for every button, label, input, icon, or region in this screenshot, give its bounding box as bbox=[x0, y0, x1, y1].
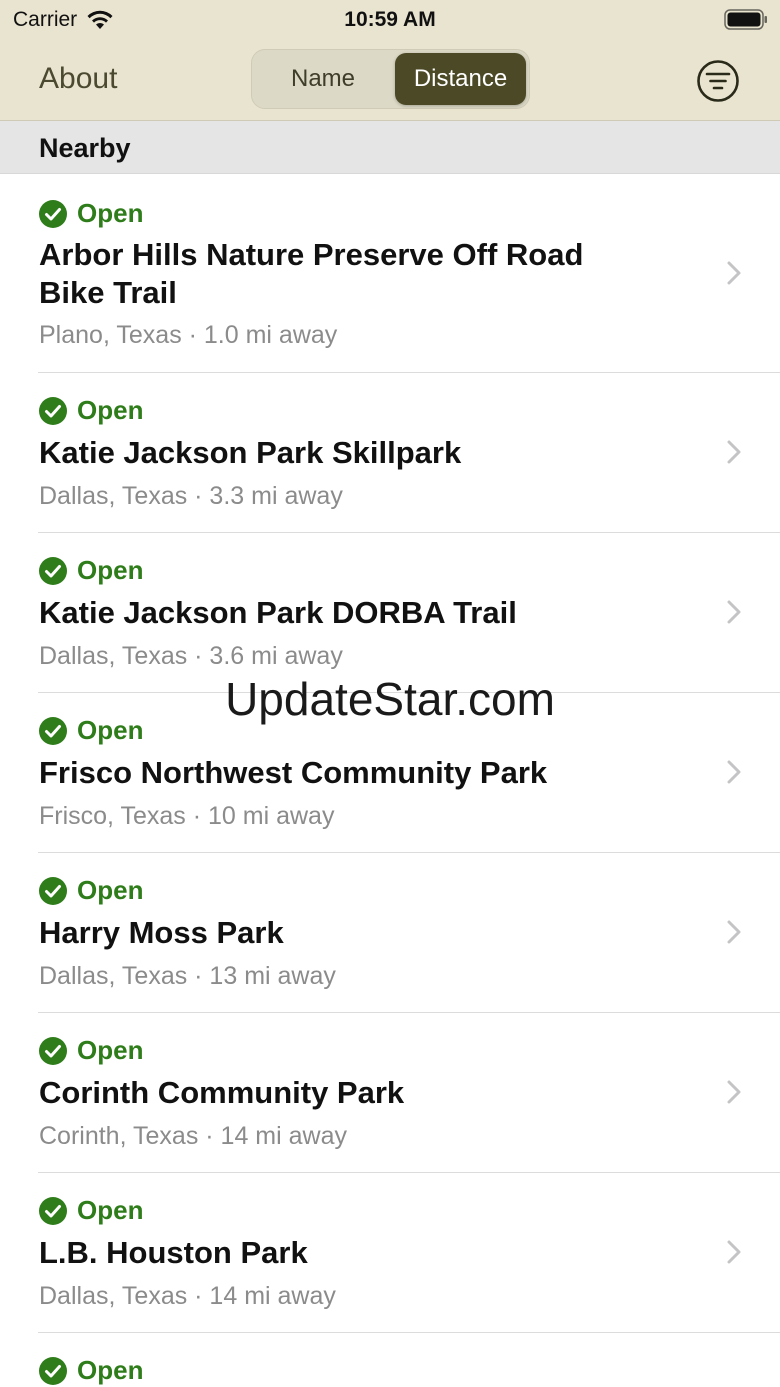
check-circle-icon bbox=[39, 1356, 67, 1385]
filter-icon[interactable] bbox=[696, 59, 740, 103]
status-text: Open bbox=[77, 395, 144, 425]
status-text: Open bbox=[77, 198, 144, 228]
trail-name: Katie Jackson Park DORBA Trail bbox=[39, 595, 517, 630]
trail-name: Frisco Northwest Community Park bbox=[39, 755, 548, 790]
status-line: Open bbox=[39, 198, 143, 229]
top-bar: Carrier 10:59 AM About Name Distance bbox=[0, 0, 780, 121]
chevron-right-icon bbox=[727, 760, 741, 784]
trail-location: Dallas, Texas · 14 mi away bbox=[39, 1282, 336, 1310]
check-circle-icon bbox=[39, 556, 67, 585]
list-item[interactable]: Open bbox=[0, 1332, 780, 1387]
trail-location: Corinth, Texas · 14 mi away bbox=[39, 1122, 347, 1150]
sort-segmented-control: Name Distance bbox=[251, 49, 530, 109]
status-line: Open bbox=[39, 875, 143, 906]
trail-location: Frisco, Texas · 10 mi away bbox=[39, 802, 335, 830]
trail-list: Open Arbor Hills Nature Preserve Off Roa… bbox=[0, 174, 780, 1387]
check-circle-icon bbox=[39, 396, 67, 425]
list-item[interactable]: Open Frisco Northwest Community Park Fri… bbox=[0, 692, 780, 853]
check-circle-icon bbox=[39, 716, 67, 745]
list-item[interactable]: Open Arbor Hills Nature Preserve Off Roa… bbox=[0, 174, 780, 373]
trail-location: Dallas, Texas · 13 mi away bbox=[39, 962, 336, 990]
status-line: Open bbox=[39, 1035, 143, 1066]
segment-name[interactable]: Name bbox=[254, 52, 392, 106]
about-button[interactable]: About bbox=[39, 62, 117, 96]
trail-name: Katie Jackson Park Skillpark bbox=[39, 435, 462, 470]
chevron-right-icon bbox=[727, 1080, 741, 1104]
status-line: Open bbox=[39, 395, 143, 426]
trail-location: Dallas, Texas · 3.6 mi away bbox=[39, 642, 343, 670]
segment-distance[interactable]: Distance bbox=[395, 53, 526, 105]
chevron-right-icon bbox=[727, 261, 741, 285]
status-text: Open bbox=[77, 715, 144, 745]
trail-name: Harry Moss Park bbox=[39, 915, 284, 950]
chevron-right-icon bbox=[727, 440, 741, 464]
trail-name: L.B. Houston Park bbox=[39, 1235, 308, 1270]
section-title: Nearby bbox=[39, 133, 131, 163]
status-text: Open bbox=[77, 555, 144, 585]
check-circle-icon bbox=[39, 1036, 67, 1065]
status-bar: Carrier 10:59 AM bbox=[0, 0, 780, 40]
status-text: Open bbox=[77, 1195, 144, 1225]
list-item[interactable]: Open Corinth Community Park Corinth, Tex… bbox=[0, 1012, 780, 1173]
chevron-right-icon bbox=[727, 600, 741, 624]
trail-location: Plano, Texas · 1.0 mi away bbox=[39, 321, 338, 349]
trail-location: Dallas, Texas · 3.3 mi away bbox=[39, 482, 343, 510]
trail-name: Corinth Community Park bbox=[39, 1075, 405, 1110]
status-line: Open bbox=[39, 1195, 143, 1226]
status-line: Open bbox=[39, 715, 143, 746]
nav-bar: About Name Distance bbox=[0, 44, 780, 116]
status-text: Open bbox=[77, 875, 144, 905]
check-circle-icon bbox=[39, 199, 67, 228]
list-item[interactable]: Open Harry Moss Park Dallas, Texas · 13 … bbox=[0, 852, 780, 1013]
list-item[interactable]: Open Katie Jackson Park Skillpark Dallas… bbox=[0, 372, 780, 533]
status-line: Open bbox=[39, 555, 143, 586]
status-line: Open bbox=[39, 1355, 143, 1386]
clock: 10:59 AM bbox=[344, 8, 436, 31]
chevron-right-icon bbox=[727, 920, 741, 944]
section-header: Nearby bbox=[0, 121, 780, 174]
list-item[interactable]: Open L.B. Houston Park Dallas, Texas · 1… bbox=[0, 1172, 780, 1333]
list-item[interactable]: Open Katie Jackson Park DORBA Trail Dall… bbox=[0, 532, 780, 693]
chevron-right-icon bbox=[727, 1240, 741, 1264]
check-circle-icon bbox=[39, 876, 67, 905]
status-text: Open bbox=[77, 1035, 144, 1065]
status-text: Open bbox=[77, 1355, 144, 1385]
battery-icon bbox=[724, 9, 767, 30]
check-circle-icon bbox=[39, 1196, 67, 1225]
trail-name: Arbor Hills Nature Preserve Off Road Bik… bbox=[39, 237, 584, 310]
